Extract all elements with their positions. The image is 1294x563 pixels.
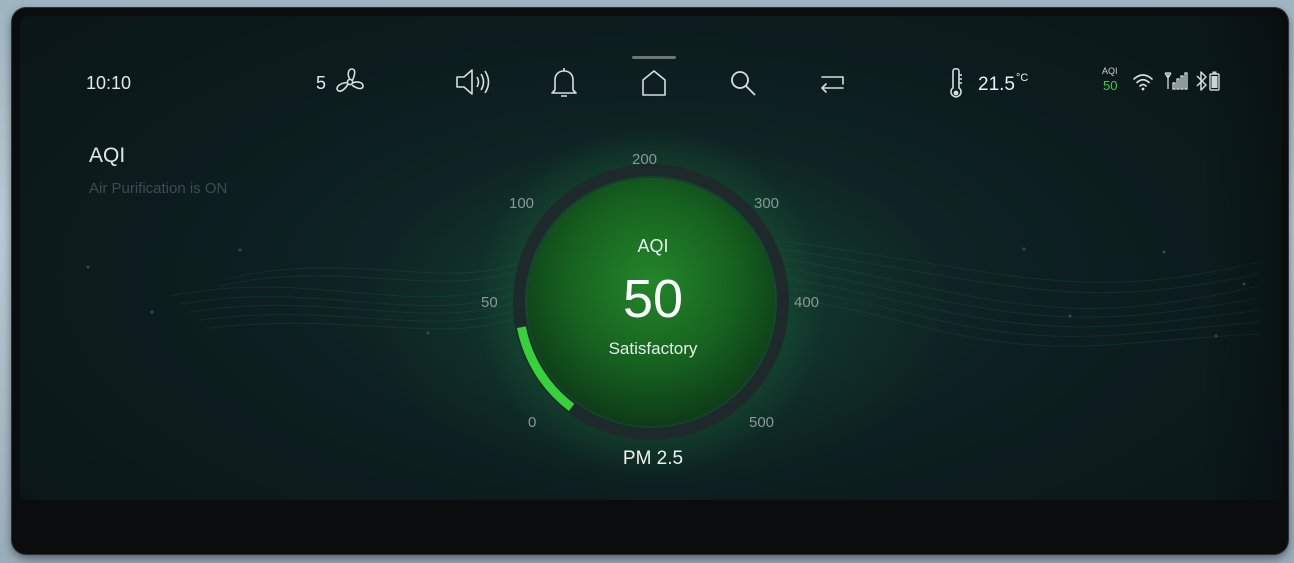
air-quality-status: Satisfactory bbox=[608, 339, 698, 358]
aqi-gauge bbox=[476, 127, 826, 477]
scale-label-500: 500 bbox=[749, 414, 775, 431]
battery-icon bbox=[1209, 71, 1220, 91]
infotainment-screen: 10:10 5 21.5°C AQI 50 AQI Air Purificati… bbox=[20, 16, 1282, 500]
pollutant-label: PM 2.5 bbox=[622, 448, 684, 469]
gauge-title: AQI bbox=[637, 236, 669, 256]
scale-label-0: 0 bbox=[528, 414, 537, 431]
scale-label-100: 100 bbox=[509, 195, 535, 212]
gauge-value: 50 bbox=[622, 269, 684, 329]
scale-label-200: 200 bbox=[632, 151, 658, 168]
scale-label-300: 300 bbox=[754, 195, 780, 212]
scale-label-50: 50 bbox=[481, 294, 498, 311]
scale-label-400: 400 bbox=[794, 294, 820, 311]
